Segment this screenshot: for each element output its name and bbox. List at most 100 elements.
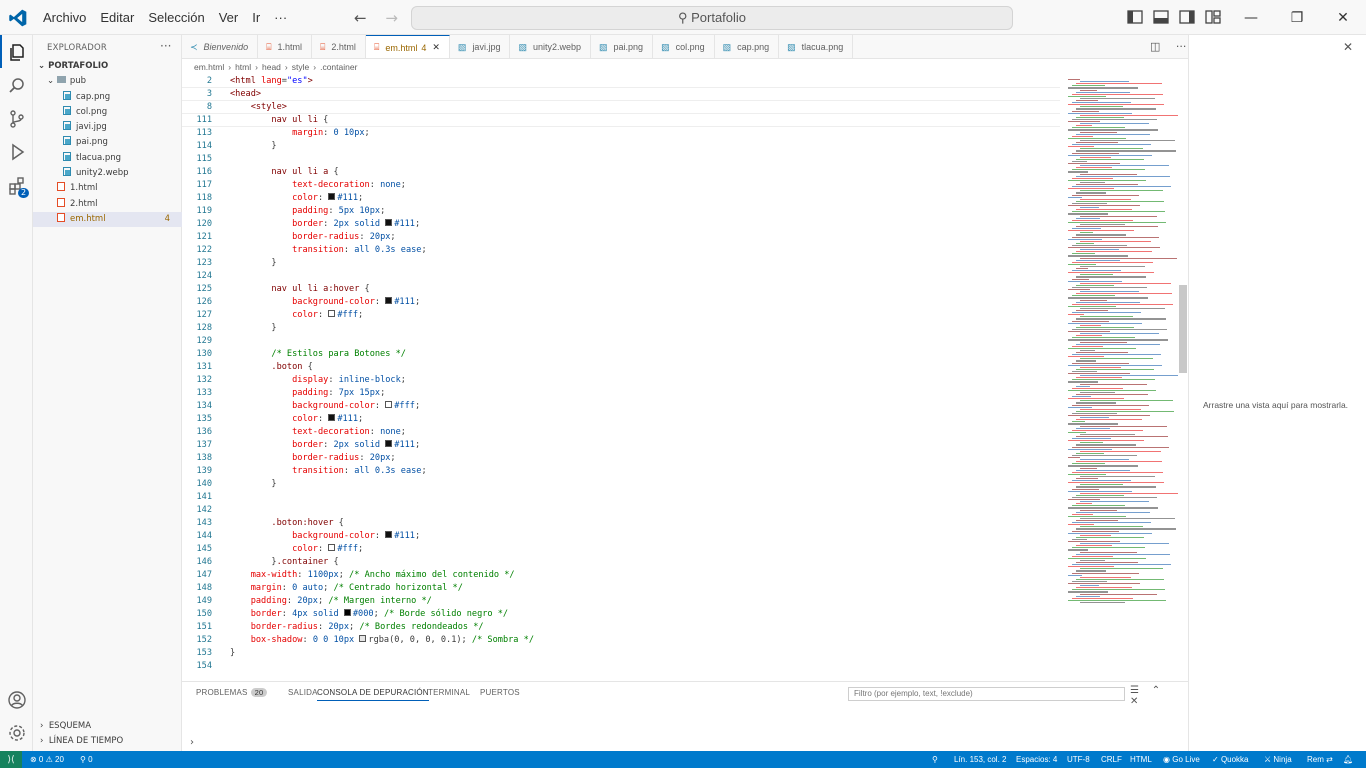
menu-item-2[interactable]: Selección <box>141 10 211 25</box>
command-center-search[interactable]: ⚲ Portafolio <box>411 6 1013 30</box>
panel-tab-0[interactable]: PROBLEMAS 20 <box>196 688 268 697</box>
menu-item-1[interactable]: Editar <box>93 10 141 25</box>
debug-console[interactable]: › <box>182 705 1188 751</box>
minimap[interactable] <box>1060 75 1181 681</box>
code-line: 147 max-width: 1100px; /* Ancho máximo d… <box>182 569 1060 582</box>
tree-file-item[interactable]: em.html 4 <box>33 211 182 228</box>
minimap-line <box>1076 192 1106 194</box>
back-arrow-icon[interactable]: ← <box>354 9 367 27</box>
tab-label: Bienvenido <box>203 42 249 52</box>
minimap-line <box>1076 352 1128 354</box>
outline-section[interactable]: › ESQUEMA <box>33 721 182 731</box>
tab-em-html[interactable]: ⌸ em.html 4 ✕ <box>365 35 450 58</box>
source-control-icon[interactable] <box>0 102 33 135</box>
tree-file-item[interactable]: unity2.webp <box>33 166 182 181</box>
code-editor[interactable]: 2 <html lang="es"> 3 <head> 8 <style> 111 nav… <box>182 75 1060 681</box>
indentation-status[interactable]: Espacios: 4 <box>1016 751 1057 768</box>
ports-status[interactable]: ⚲ 0 <box>80 751 93 768</box>
tab-pai-png[interactable]: ▧ pai.png <box>591 35 654 58</box>
minimap-line <box>1068 398 1124 400</box>
minimap-line <box>1072 236 1159 238</box>
tree-file-item[interactable]: cap.png <box>33 90 182 105</box>
forward-arrow-icon[interactable]: → <box>385 9 398 27</box>
more-icon[interactable]: ··· <box>1176 40 1187 53</box>
close-tab-icon[interactable]: ✕ <box>432 42 440 53</box>
minimap-line <box>1072 454 1137 457</box>
ninja-status[interactable]: ⚔ Ninja <box>1264 751 1292 768</box>
tree-root-portafolio[interactable]: ⌄ PORTAFOLIO <box>33 59 182 74</box>
rem-status[interactable]: Rem ⇄ <box>1307 751 1333 768</box>
problems-status[interactable]: ⊗ 0 ⚠ 20 <box>30 751 64 768</box>
code-line: 126 background-color: #111; <box>182 296 1060 309</box>
cursor-position[interactable]: Lín. 153, col. 2 <box>954 751 1006 768</box>
minimap-line <box>1068 440 1144 442</box>
panel-tab-4[interactable]: PUERTOS <box>480 688 520 697</box>
customize-layout-icon[interactable] <box>1204 8 1222 26</box>
minimap-line <box>1080 526 1143 528</box>
tree-file-item[interactable]: 1.html <box>33 181 182 196</box>
tab-2-html[interactable]: ⌸ 2.html <box>312 35 366 58</box>
breadcrumb-item-3[interactable]: style <box>292 62 309 72</box>
minimap-line <box>1068 482 1164 484</box>
breadcrumb-item-0[interactable]: em.html <box>194 62 224 72</box>
minimap-line <box>1076 444 1136 446</box>
breadcrumb-item-1[interactable]: html <box>235 62 251 72</box>
list-view-icon[interactable]: ☰ <box>1130 685 1139 696</box>
timeline-section[interactable]: › LÍNEA DE TIEMPO <box>33 736 182 746</box>
tab-unity2-webp[interactable]: ▧ unity2.webp <box>510 35 592 58</box>
notifications-bell-icon[interactable]: 🔔︎ <box>1343 751 1353 768</box>
toggle-secondary-sidebar-icon[interactable] <box>1178 8 1196 26</box>
explorer-icon[interactable] <box>0 35 33 68</box>
menu-item-4[interactable]: Ir <box>245 10 267 25</box>
filter-input[interactable]: Filtro (por ejemplo, text, !exclude) <box>848 687 1125 701</box>
menu-item-5[interactable]: ··· <box>267 10 294 25</box>
toggle-panel-icon[interactable] <box>1152 8 1170 26</box>
line-number: 142 <box>196 505 212 515</box>
line-code: text-decoration: none; <box>292 427 406 437</box>
golive-status[interactable]: ◉ Go Live <box>1163 751 1200 768</box>
eol-status[interactable]: CRLF <box>1101 751 1122 768</box>
toggle-sidebar-icon[interactable] <box>1126 8 1144 26</box>
extensions-icon[interactable]: 2 <box>0 169 33 202</box>
panel-tab-1[interactable]: SALIDA <box>288 688 318 697</box>
tab-1-html[interactable]: ⌸ 1.html <box>258 35 313 58</box>
restore-icon[interactable]: ❐ <box>1274 0 1320 35</box>
tab-javi-jpg[interactable]: ▧ javi.jpg <box>450 35 511 58</box>
tree-file-item[interactable]: tlacua.png <box>33 151 182 166</box>
run-debug-icon[interactable] <box>0 135 33 168</box>
encoding-status[interactable]: UTF-8 <box>1067 751 1090 768</box>
menu-item-0[interactable]: Archivo <box>36 10 93 25</box>
quokka-status[interactable]: ✓ Quokka <box>1212 751 1249 768</box>
split-editor-icon[interactable]: ◫ <box>1150 40 1160 53</box>
breadcrumb-item-4[interactable]: .container <box>320 62 357 72</box>
close-icon[interactable]: ✕ <box>1343 40 1353 54</box>
more-actions-icon[interactable]: ··· <box>160 39 171 53</box>
tab-tlacua-png[interactable]: ▧ tlacua.png <box>779 35 854 58</box>
breadcrumb-item-2[interactable]: head <box>262 62 281 72</box>
tab-Bienvenido[interactable]: ≺ Bienvenido <box>182 35 259 58</box>
tree-file-item[interactable]: javi.jpg <box>33 120 182 135</box>
tree-file-item[interactable]: pai.png <box>33 135 182 150</box>
tree-file-item[interactable]: col.png <box>33 105 182 120</box>
line-code: } <box>230 258 277 268</box>
settings-gear-icon[interactable] <box>0 716 33 749</box>
scrollbar-thumb[interactable] <box>1179 285 1187 373</box>
search-activity-icon[interactable] <box>0 69 33 102</box>
code-line: 133 padding: 7px 15px; <box>182 387 1060 400</box>
remote-icon[interactable]: ⟩⟨ <box>0 751 22 768</box>
minimize-icon[interactable]: — <box>1228 0 1274 35</box>
maximize-panel-icon[interactable]: ⌃ <box>1152 685 1160 696</box>
tree-folder-pub[interactable]: ⌄ pub <box>33 74 182 89</box>
language-status[interactable]: HTML <box>1130 751 1152 768</box>
close-window-icon[interactable]: ✕ <box>1320 0 1366 35</box>
editor-scrollbar[interactable] <box>1178 75 1188 681</box>
tab-cap-png[interactable]: ▧ cap.png <box>715 35 780 58</box>
accounts-icon[interactable] <box>0 683 33 716</box>
tree-file-item[interactable]: 2.html <box>33 197 182 212</box>
tab-col-png[interactable]: ▧ col.png <box>653 35 715 58</box>
minimap-line <box>1072 496 1157 499</box>
panel-tab-3[interactable]: TERMINAL <box>428 688 470 697</box>
panel-tab-2[interactable]: CONSOLA DE DEPURACIÓN <box>317 688 429 701</box>
menu-item-3[interactable]: Ver <box>212 10 246 25</box>
zoom-search-icon[interactable]: ⚲ <box>932 751 938 768</box>
